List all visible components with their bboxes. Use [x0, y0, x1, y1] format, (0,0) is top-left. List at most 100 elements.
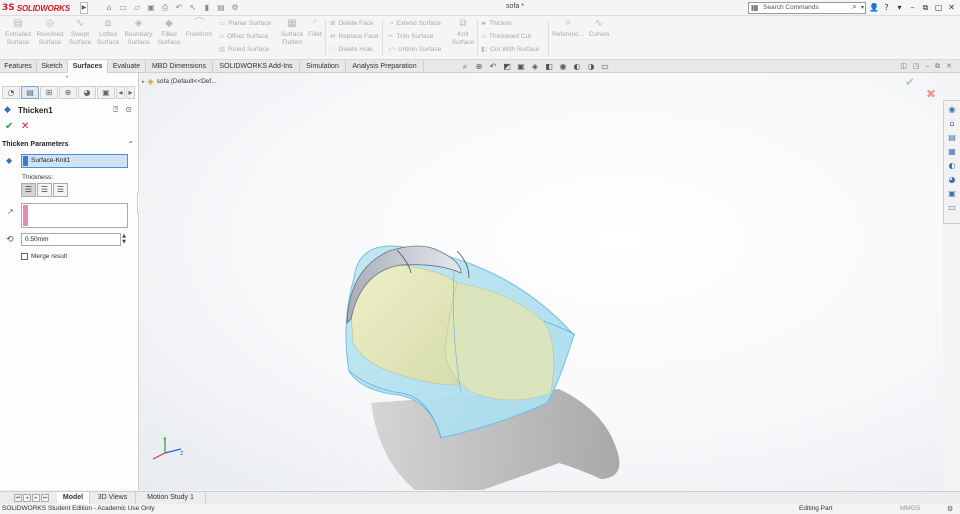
custom-properties-icon[interactable]: ◕ — [947, 174, 957, 185]
user-icon[interactable]: 👤 — [869, 2, 879, 13]
logo-menu-arrow-icon[interactable]: ▶ — [80, 2, 88, 14]
status-options-icon[interactable]: ⚙ — [947, 504, 953, 514]
delete-face-button[interactable]: ⊠ Delete Face — [330, 19, 379, 28]
help-icon[interactable]: ? — [882, 2, 891, 13]
property-manager-tab-icon[interactable]: ▤ — [21, 86, 39, 99]
merge-result-checkbox[interactable] — [21, 253, 28, 260]
thicken-parameters-section[interactable]: Thicken Parameters ⌃ — [2, 140, 136, 151]
thicken-both-sides-button[interactable]: ☰ — [37, 183, 52, 197]
merge-result-option[interactable]: Merge result — [21, 253, 67, 260]
thickened-cut-button[interactable]: ▱ Thickened Cut — [481, 32, 539, 41]
doc-split-icon[interactable]: ◳ — [913, 61, 920, 72]
tree-expand-icon[interactable]: ▸ — [142, 79, 145, 85]
tab-solidworks-add-ins[interactable]: SOLIDWORKS Add-Ins — [213, 60, 300, 73]
search-commands-input[interactable]: ▦ Search Commands ⌕ ▾ — [748, 2, 866, 14]
feature-tree-root[interactable]: ▸ ◈ sofa (Default<<Def... — [142, 77, 217, 86]
doc-restore-icon[interactable]: ⧉ — [935, 61, 940, 72]
detailed-preview-icon[interactable]: ⊙ — [125, 105, 132, 114]
extruded-surface-button[interactable]: ▤ Extruded Surface — [2, 18, 34, 47]
lofted-surface-button[interactable]: ⧈ Lofted Surface — [94, 18, 122, 47]
feature-manager-tab-icon[interactable]: ◔ — [2, 86, 20, 99]
dimxpert-manager-tab-icon[interactable]: ⊕ — [59, 86, 77, 99]
dynamic-annotation-icon[interactable]: ▣ — [516, 61, 526, 72]
apply-scene-icon[interactable]: ◑ — [586, 61, 596, 72]
home-icon[interactable]: ⌂ — [104, 3, 114, 12]
tab-motion-study-1[interactable]: Motion Study 1 — [136, 492, 206, 504]
close-icon[interactable]: ✕ — [947, 2, 956, 13]
fillet-button[interactable]: ◜ Fillet — [306, 18, 324, 39]
forum-icon[interactable]: ▣ — [947, 188, 957, 199]
swept-surface-button[interactable]: ∿ Swept Surface — [66, 18, 94, 47]
undo-icon[interactable]: ↶ — [174, 3, 184, 12]
new-document-icon[interactable]: ▭ — [118, 3, 128, 12]
prev-tab-icon[interactable]: ◂ — [23, 494, 31, 502]
file-properties-icon[interactable]: ▤ — [216, 3, 226, 12]
curves-button[interactable]: ∿ Curves — [586, 18, 612, 39]
doc-close-icon[interactable]: ✕ — [946, 61, 952, 72]
trim-surface-button[interactable]: ✂ Trim Surface — [388, 32, 441, 41]
view-settings-icon[interactable]: ▭ — [600, 61, 610, 72]
sofa-model-render[interactable] — [139, 73, 943, 490]
doc-minimize-icon[interactable]: – — [926, 61, 930, 72]
graphics-viewport[interactable]: ▸ ◈ sofa (Default<<Def... ✔ ✖ Y Z — [139, 73, 943, 490]
replace-face-button[interactable]: ⇄ Replace Face — [330, 32, 379, 41]
last-tab-icon[interactable]: ⏭ — [41, 494, 49, 502]
first-tab-icon[interactable]: ⏮ — [14, 494, 22, 502]
filled-surface-button[interactable]: ◆ Filled Surface — [155, 18, 183, 47]
next-tab-icon[interactable]: ▸ — [32, 494, 40, 502]
help-dropdown-icon[interactable]: ▾ — [895, 2, 904, 13]
options-gear-icon[interactable]: ⚙ — [230, 3, 240, 12]
reference-geometry-button[interactable]: ✧ Referenc... — [551, 18, 585, 39]
maximize-icon[interactable]: ▢ — [934, 2, 943, 13]
freeform-button[interactable]: ⌒ Freeform — [183, 18, 215, 39]
tabs-scroll-left-icon[interactable]: ◂ — [116, 86, 125, 99]
display-manager-tab-icon[interactable]: ◕ — [78, 86, 96, 99]
chevron-up-icon[interactable]: ⌃ — [127, 140, 134, 149]
display-style-icon[interactable]: ◧ — [544, 61, 554, 72]
solidworks-logo[interactable]: 3S SOLIDWORKS — [2, 1, 78, 15]
planar-surface-button[interactable]: ▭ Planar Surface — [219, 19, 271, 28]
tab-sketch[interactable]: Sketch — [37, 60, 68, 73]
zoom-to-area-icon[interactable]: ⊕ — [474, 61, 484, 72]
minimize-icon[interactable]: – — [908, 2, 917, 13]
surface-flatten-button[interactable]: ▦ Surface Flatten — [278, 18, 306, 47]
section-view-icon[interactable]: ◩ — [502, 61, 512, 72]
previous-view-icon[interactable]: ↶ — [488, 61, 498, 72]
ok-check-icon[interactable]: ✔ — [5, 121, 13, 132]
tab-mbd-dimensions[interactable]: MBD Dimensions — [146, 60, 213, 73]
direction-selection-field[interactable] — [21, 203, 128, 228]
tab-surfaces[interactable]: Surfaces — [68, 60, 108, 73]
cam-manager-tab-icon[interactable]: ▣ — [97, 86, 115, 99]
hide-show-items-icon[interactable]: ◉ — [558, 61, 568, 72]
delete-hole-button[interactable]: ◌ Delete Hole — [330, 45, 379, 54]
thicken-button[interactable]: ▰ Thicken — [481, 19, 539, 28]
view-palette-icon[interactable]: ▦ — [947, 146, 957, 157]
tab-3d-views[interactable]: 3D Views — [90, 492, 136, 504]
thickness-spinner[interactable]: ▲ ▼ — [120, 233, 128, 246]
tab-simulation[interactable]: Simulation — [300, 60, 346, 73]
confirmation-cancel-icon[interactable]: ✖ — [926, 87, 936, 101]
design-library-icon[interactable]: ⌂ — [947, 118, 957, 129]
save-icon[interactable]: ▣ — [146, 3, 156, 12]
task-pane-extra-icon[interactable]: ▭ — [947, 202, 957, 213]
thickness-input[interactable]: 0.50mm — [21, 233, 121, 246]
offset-surface-button[interactable]: ▱ Offset Surface — [219, 32, 271, 41]
search-icon[interactable]: ⌕ — [852, 2, 857, 12]
tab-evaluate[interactable]: Evaluate — [108, 60, 146, 73]
select-icon[interactable]: ↖ — [188, 3, 198, 12]
edit-appearance-icon[interactable]: ◐ — [572, 61, 582, 72]
thicken-side2-button[interactable]: ☰ — [53, 183, 68, 197]
open-icon[interactable]: ▱ — [132, 3, 142, 12]
knit-surface-button[interactable]: ⧉ Knit Surface — [450, 18, 476, 47]
ruled-surface-button[interactable]: ▥ Ruled Surface — [219, 45, 271, 54]
search-scope-icon[interactable]: ▦ — [751, 3, 759, 13]
tab-model[interactable]: Model — [57, 492, 90, 504]
confirmation-ok-icon[interactable]: ✔ — [905, 75, 915, 89]
surface-selection-field[interactable]: Surface-Knit1 — [21, 154, 128, 168]
revolved-surface-button[interactable]: ◎ Revolved Surface — [34, 18, 66, 47]
view-orientation-icon[interactable]: ◈ — [530, 61, 540, 72]
cancel-x-icon[interactable]: ✕ — [21, 121, 29, 132]
boundary-surface-button[interactable]: ◈ Boundary Surface — [122, 18, 155, 47]
tab-features[interactable]: Features — [0, 60, 37, 73]
unit-system[interactable]: MMGS — [900, 504, 920, 514]
